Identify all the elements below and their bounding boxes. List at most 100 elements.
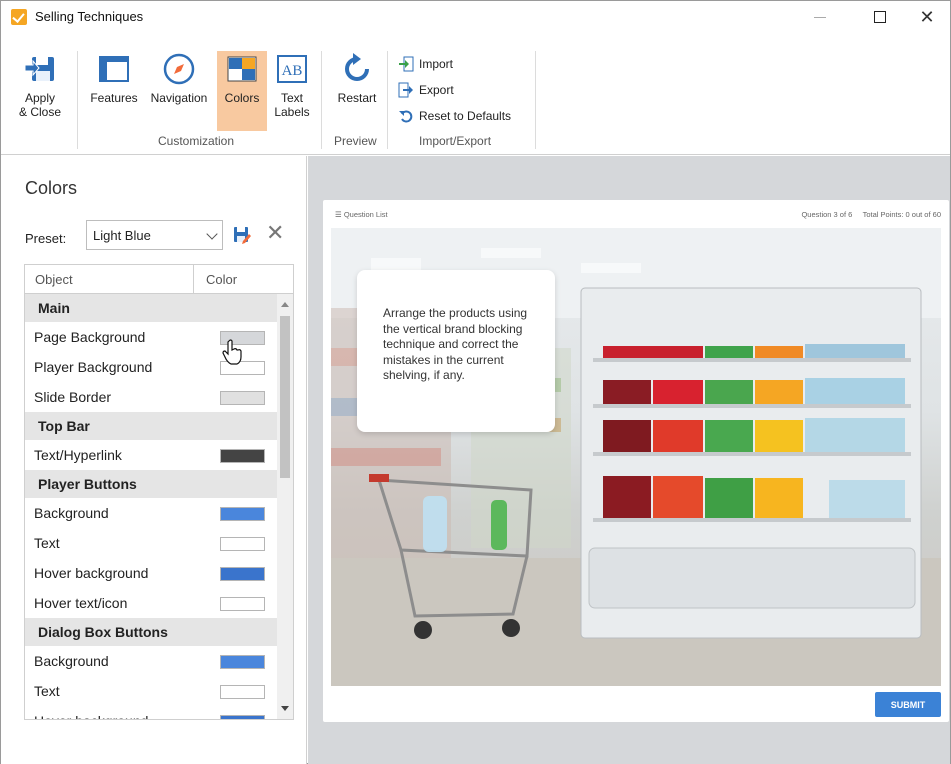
apply-close-label: Apply & Close	[18, 91, 62, 119]
question-info: Question 3 of 6 Total Points: 0 out of 6…	[801, 210, 941, 219]
color-swatch[interactable]	[220, 391, 265, 405]
preset-value: Light Blue	[93, 227, 151, 243]
object-label: Hover background	[34, 713, 148, 719]
question-list-link[interactable]: ☰ Question List	[335, 210, 388, 219]
text-labels-button[interactable]: AB Text Labels	[269, 51, 315, 119]
preset-label: Preset:	[25, 231, 67, 246]
scroll-up-icon[interactable]	[281, 302, 289, 307]
table-header: Object Color	[25, 265, 293, 294]
color-swatch[interactable]	[220, 597, 265, 611]
navigation-label: Navigation	[150, 91, 208, 105]
apply-close-button[interactable]: Apply & Close	[9, 51, 71, 119]
table-row[interactable]: Text	[25, 676, 277, 706]
table-row[interactable]: Text/Hyperlink	[25, 440, 277, 470]
ribbon-separator	[387, 51, 388, 149]
group-label-customization: Customization	[158, 134, 235, 148]
table-row[interactable]: Background	[25, 498, 277, 528]
preset-dropdown[interactable]: Light Blue	[86, 220, 223, 250]
reset-defaults-label: Reset to Defaults	[419, 109, 512, 123]
object-label: Hover text/icon	[34, 595, 128, 611]
object-label: Background	[34, 505, 109, 521]
import-icon	[399, 56, 414, 72]
table-row[interactable]: Text	[25, 528, 277, 558]
section-label: Main	[38, 300, 70, 316]
object-label: Player Background	[34, 359, 153, 375]
delete-preset-icon[interactable]: ✕	[266, 222, 284, 244]
table-section-header: Player Buttons	[25, 470, 277, 498]
table-row[interactable]: Hover text/icon	[25, 588, 277, 618]
close-icon: ✕	[919, 6, 935, 27]
close-button[interactable]: ✕	[904, 1, 950, 33]
table-row[interactable]: Hover background	[25, 558, 277, 588]
restart-button[interactable]: Restart	[331, 51, 383, 105]
reset-defaults-button[interactable]: Reset to Defaults	[398, 105, 511, 127]
maximize-button[interactable]	[857, 1, 903, 33]
colors-panel: Colors Preset: Light Blue ✕ Object Color…	[1, 156, 307, 764]
import-button[interactable]: Import	[398, 53, 453, 75]
colors-table: Object Color Main Page Background Player B…	[24, 264, 294, 720]
color-swatch[interactable]	[220, 685, 265, 699]
navigation-button[interactable]: Navigation	[144, 51, 214, 105]
color-swatch[interactable]	[220, 567, 265, 581]
vertical-scrollbar[interactable]	[277, 294, 293, 719]
minimize-icon	[814, 16, 826, 18]
minimize-button[interactable]	[797, 1, 843, 33]
scroll-thumb[interactable]	[280, 316, 290, 478]
section-label: Top Bar	[38, 418, 90, 434]
group-label-preview: Preview	[334, 134, 377, 148]
export-label: Export	[419, 83, 454, 97]
color-swatch[interactable]	[220, 449, 265, 463]
submit-button[interactable]: SUBMIT	[875, 692, 941, 717]
color-swatch[interactable]	[220, 715, 265, 719]
group-label-import-export: Import/Export	[419, 134, 492, 148]
table-row[interactable]: Slide Border	[25, 382, 277, 412]
features-label: Features	[90, 91, 138, 105]
restart-icon	[345, 53, 369, 81]
colors-label: Colors	[224, 91, 260, 105]
text-labels-label: Text Labels	[274, 91, 310, 119]
player-top-bar: ☰ Question List Question 3 of 6 Total Po…	[323, 200, 949, 226]
section-label: Dialog Box Buttons	[38, 624, 168, 640]
table-section-header: Top Bar	[25, 412, 277, 440]
table-row[interactable]: Background	[25, 646, 277, 676]
column-header-color: Color	[193, 265, 237, 293]
table-section-header: Dialog Box Buttons	[25, 618, 277, 646]
svg-text:AB: AB	[282, 63, 303, 79]
object-label: Hover background	[34, 565, 149, 581]
instruction-callout: Arrange the products using the vertical …	[357, 270, 555, 432]
question-list-label: Question List	[343, 210, 388, 219]
title-bar: Selling Techniques ✕	[1, 1, 950, 33]
instruction-text: Arrange the products using the vertical …	[383, 306, 528, 382]
object-label: Text	[34, 683, 60, 699]
app-check-icon	[11, 9, 27, 25]
export-icon	[398, 82, 413, 98]
hand-cursor-icon	[222, 339, 242, 365]
color-swatch[interactable]	[220, 655, 265, 669]
player-frame: ☰ Question List Question 3 of 6 Total Po…	[323, 200, 949, 722]
app-window: Selling Techniques ✕ Apply & Close Featu…	[0, 0, 951, 764]
colors-button[interactable]: Colors	[217, 51, 267, 131]
object-label: Slide Border	[34, 389, 112, 405]
object-label: Text/Hyperlink	[34, 447, 122, 463]
slide-image: Arrange the products using the vertical …	[331, 228, 941, 686]
save-preset-icon[interactable]	[233, 226, 251, 244]
ribbon-separator	[77, 51, 78, 149]
features-icon	[99, 56, 129, 82]
color-swatch[interactable]	[220, 507, 265, 521]
chevron-down-icon	[206, 228, 218, 240]
restart-label: Restart	[337, 91, 377, 105]
colors-icon	[227, 56, 257, 82]
compass-icon	[163, 53, 195, 85]
scroll-down-icon[interactable]	[281, 706, 289, 711]
ribbon-separator	[321, 51, 322, 149]
export-button[interactable]: Export	[398, 79, 454, 101]
import-label: Import	[419, 57, 454, 71]
table-section-header: Main	[25, 294, 277, 322]
color-swatch[interactable]	[220, 537, 265, 551]
features-button[interactable]: Features	[87, 51, 141, 105]
object-label: Text	[34, 535, 60, 551]
column-header-object: Object	[35, 272, 73, 287]
table-row[interactable]: Hover background	[25, 706, 277, 719]
ribbon-toolbar: Apply & Close Features Navigation Colors…	[1, 47, 950, 155]
ribbon-separator	[535, 51, 536, 149]
